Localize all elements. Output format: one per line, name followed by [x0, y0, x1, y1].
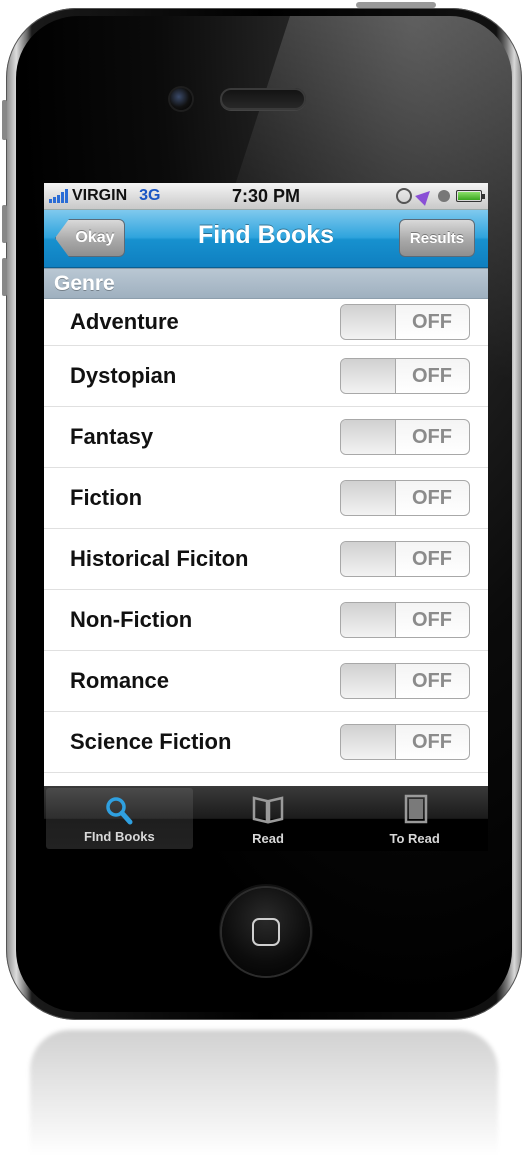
front-camera	[170, 88, 192, 110]
genre-row-fantasy: Fantasy OFF	[44, 407, 488, 468]
toggle-state: OFF	[412, 425, 452, 448]
home-square-icon	[252, 918, 280, 946]
toggle-knob	[341, 542, 396, 576]
genre-label: Adventure	[70, 309, 179, 334]
genre-label: Historical Ficiton	[70, 546, 249, 571]
app-screen: VIRGIN 3G 7:30 PM Okay Find Books Result…	[44, 183, 488, 851]
navigation-bar: Okay Find Books Results	[44, 210, 488, 268]
genre-toggle-dystopian[interactable]: OFF	[340, 358, 470, 394]
power-button[interactable]	[356, 2, 436, 8]
tab-read[interactable]: Read	[195, 786, 342, 851]
toggle-knob	[341, 420, 396, 454]
toggle-knob	[341, 725, 396, 759]
closed-book-icon	[404, 794, 427, 824]
toggle-knob	[341, 664, 396, 698]
toggle-state: OFF	[412, 364, 452, 387]
magnifier-icon	[106, 797, 133, 825]
genre-toggle-romance[interactable]: OFF	[340, 663, 470, 699]
genre-toggle-non-fiction[interactable]: OFF	[340, 602, 470, 638]
genre-toggle-adventure[interactable]: OFF	[340, 304, 470, 340]
genre-label: Non-Fiction	[70, 607, 193, 632]
genre-label: Fiction	[70, 485, 143, 510]
earpiece-speaker	[220, 88, 306, 110]
toggle-state: OFF	[412, 547, 452, 570]
tab-to-read[interactable]: To Read	[341, 786, 488, 851]
toggle-state: OFF	[412, 310, 452, 333]
tab-label: Read	[252, 831, 284, 846]
status-bar: VIRGIN 3G 7:30 PM	[44, 183, 488, 210]
tab-label: FInd Books	[83, 829, 155, 844]
tab-label: To Read	[389, 831, 440, 846]
toggle-state: OFF	[412, 608, 452, 631]
genre-label: Science Fiction	[70, 729, 232, 754]
alarm-icon	[438, 190, 450, 202]
genre-row-historical-fiction: Historical Ficiton OFF	[44, 529, 488, 590]
section-header-genre: Genre	[44, 268, 488, 299]
toggle-state: OFF	[412, 730, 452, 753]
status-icons	[396, 186, 485, 206]
toggle-knob	[341, 305, 396, 339]
toggle-knob	[341, 359, 396, 393]
volume-up-button[interactable]	[2, 205, 7, 243]
open-book-icon	[252, 796, 284, 824]
genre-row-dystopian: Dystopian OFF	[44, 346, 488, 407]
genre-label: Romance	[70, 668, 170, 693]
genre-row-science-fiction: Science Fiction OFF	[44, 712, 488, 773]
genre-label: Fantasy	[70, 424, 154, 449]
genre-row-fiction: Fiction OFF	[44, 468, 488, 529]
genre-toggle-fantasy[interactable]: OFF	[340, 419, 470, 455]
genre-row-non-fiction: Non-Fiction OFF	[44, 590, 488, 651]
toggle-state: OFF	[412, 669, 452, 692]
genre-toggle-historical-fiction[interactable]: OFF	[340, 541, 470, 577]
genre-label: Dystopian	[70, 363, 177, 388]
genre-toggle-fiction[interactable]: OFF	[340, 480, 470, 516]
results-button[interactable]: Results	[399, 219, 475, 257]
battery-icon	[456, 190, 485, 202]
mute-switch[interactable]	[2, 100, 7, 140]
home-button[interactable]	[222, 888, 310, 976]
phone-reflection	[30, 1030, 498, 1170]
tab-find-books[interactable]: FInd Books	[46, 788, 193, 849]
tab-bar: FInd Books Read To Read	[44, 786, 488, 851]
genre-row-romance: Romance OFF	[44, 651, 488, 712]
genre-list: Adventure OFF Dystopian OFF Fantasy OFF …	[44, 299, 488, 773]
genre-row-adventure: Adventure OFF	[44, 299, 488, 346]
toggle-knob	[341, 603, 396, 637]
genre-toggle-science-fiction[interactable]: OFF	[340, 724, 470, 760]
volume-down-button[interactable]	[2, 258, 7, 296]
toggle-knob	[341, 481, 396, 515]
rotation-lock-icon	[396, 188, 412, 204]
location-icon	[415, 186, 435, 206]
toggle-state: OFF	[412, 486, 452, 509]
